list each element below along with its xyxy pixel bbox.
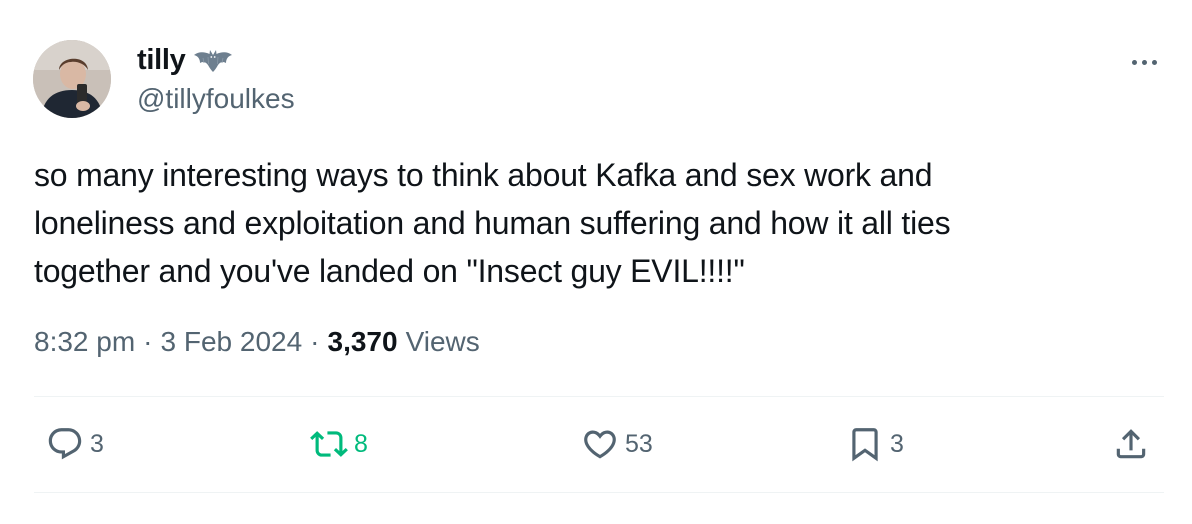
divider bbox=[34, 492, 1164, 493]
retweet-count: 8 bbox=[354, 429, 368, 458]
like-count: 53 bbox=[625, 429, 653, 458]
retweet-button[interactable]: 8 bbox=[310, 418, 368, 470]
tweet-text-line: loneliness and exploitation and human su… bbox=[34, 205, 951, 241]
more-options-button[interactable] bbox=[1122, 52, 1166, 72]
separator: · bbox=[143, 326, 153, 357]
more-dot-icon bbox=[1141, 59, 1147, 65]
author-name-row[interactable]: tilly bbox=[137, 42, 233, 78]
views-label: Views bbox=[405, 326, 480, 357]
separator: · bbox=[310, 326, 320, 357]
tweet-time[interactable]: 8:32 pm bbox=[34, 326, 135, 358]
more-dot-icon bbox=[1151, 59, 1157, 65]
bookmark-button[interactable]: 3 bbox=[846, 418, 904, 470]
like-button[interactable]: 53 bbox=[581, 418, 653, 470]
share-button[interactable] bbox=[1112, 418, 1150, 470]
avatar[interactable] bbox=[33, 40, 111, 118]
author-handle[interactable]: @tillyfoulkes bbox=[137, 83, 295, 115]
share-icon bbox=[1112, 425, 1150, 463]
reply-button[interactable]: 3 bbox=[46, 418, 104, 470]
tweet-card: tilly @tillyfoulkes so many interesting … bbox=[0, 0, 1192, 524]
tweet-text-line: so many interesting ways to think about … bbox=[34, 157, 933, 193]
bookmark-count: 3 bbox=[890, 429, 904, 458]
tweet-text-line: together and you've landed on "Insect gu… bbox=[34, 253, 745, 289]
tweet-date[interactable]: 3 Feb 2024 bbox=[161, 326, 303, 358]
action-bar: 3 8 53 3 bbox=[34, 418, 1164, 470]
bookmark-icon bbox=[846, 425, 884, 463]
reply-count: 3 bbox=[90, 429, 104, 458]
more-dot-icon bbox=[1131, 59, 1137, 65]
tweet-meta: 8:32 pm · 3 Feb 2024 · 3,370 Views bbox=[34, 326, 480, 358]
views-count: 3,370 bbox=[327, 326, 398, 357]
tweet-text: so many interesting ways to think about … bbox=[34, 151, 1154, 295]
bat-icon bbox=[193, 46, 233, 74]
divider bbox=[34, 396, 1164, 397]
display-name[interactable]: tilly bbox=[137, 44, 186, 77]
retweet-icon bbox=[310, 425, 348, 463]
reply-icon bbox=[46, 425, 84, 463]
heart-icon bbox=[581, 425, 619, 463]
